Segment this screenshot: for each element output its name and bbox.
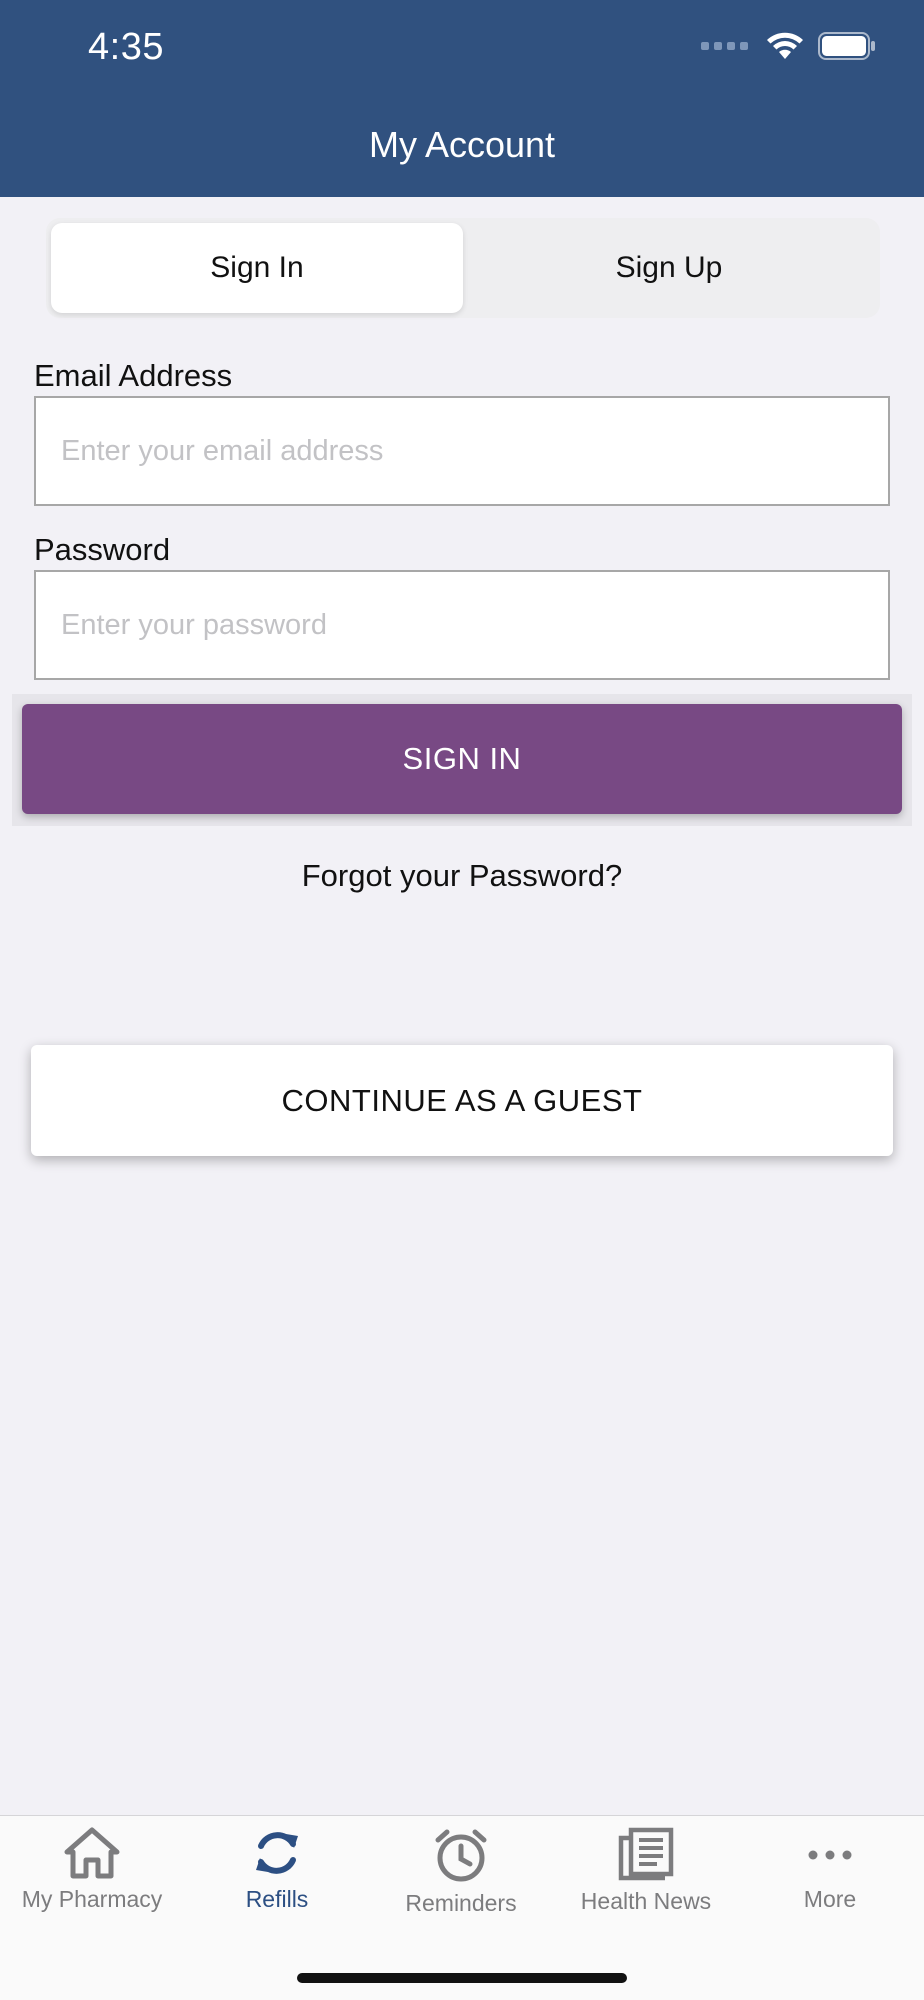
battery-icon <box>818 32 875 60</box>
tab-label: Reminders <box>405 1890 517 1916</box>
status-time: 4:35 <box>88 26 164 68</box>
app-header: 4:35 My Account <box>0 0 924 197</box>
tab-refills[interactable]: Refills <box>185 1826 369 1913</box>
tab-sign-in[interactable]: Sign In <box>51 223 463 313</box>
cellular-signal-icon <box>701 42 748 50</box>
alarm-clock-icon <box>435 1829 487 1882</box>
forgot-password-link[interactable]: Forgot your Password? <box>0 858 924 894</box>
tab-label: Refills <box>245 1886 309 1912</box>
home-icon <box>64 1827 120 1879</box>
page-title: My Account <box>368 124 556 165</box>
sign-in-button[interactable]: SIGN IN <box>22 704 902 814</box>
wifi-icon <box>767 32 803 59</box>
tab-health-news[interactable]: Health News <box>554 1826 738 1915</box>
continue-as-guest-button[interactable]: CONTINUE AS A GUEST <box>31 1045 893 1156</box>
tab-label: My Pharmacy <box>21 1886 163 1912</box>
tab-more[interactable]: More <box>738 1826 922 1913</box>
status-icons <box>701 32 876 60</box>
password-label: Password <box>34 532 171 567</box>
email-label: Email Address <box>34 358 233 393</box>
refresh-icon <box>256 1832 298 1874</box>
tab-label: More <box>803 1886 857 1912</box>
newspaper-icon <box>618 1827 674 1881</box>
auth-segmented-control: Sign In Sign Up <box>46 218 880 318</box>
tab-sign-up[interactable]: Sign Up <box>463 223 875 313</box>
password-field[interactable] <box>34 570 890 680</box>
tab-reminders[interactable]: Reminders <box>369 1826 553 1917</box>
email-field[interactable] <box>34 396 890 506</box>
more-dots-icon <box>808 1850 852 1860</box>
home-indicator[interactable] <box>297 1973 627 1983</box>
tab-label: Health News <box>580 1888 712 1914</box>
tab-my-pharmacy[interactable]: My Pharmacy <box>0 1826 184 1913</box>
